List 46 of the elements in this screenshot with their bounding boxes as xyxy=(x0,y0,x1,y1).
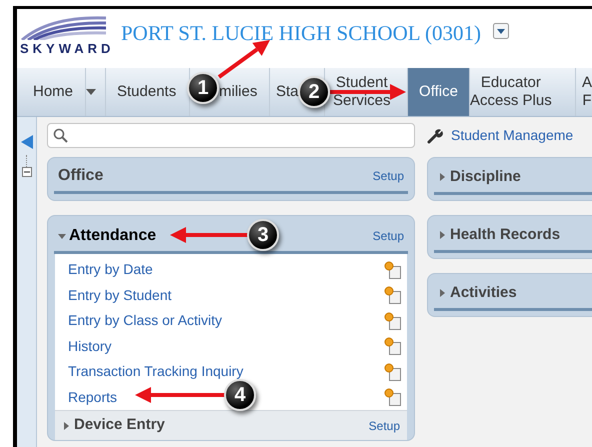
caret-right-icon[interactable] xyxy=(438,173,446,181)
panel-title[interactable]: Attendance xyxy=(69,224,156,248)
minus-box-icon[interactable] xyxy=(22,167,32,177)
document-star-icon[interactable] xyxy=(384,286,402,304)
document-star-icon[interactable] xyxy=(384,362,402,381)
search-icon xyxy=(53,128,68,143)
document-star-icon[interactable] xyxy=(384,388,402,406)
sub-section-bar[interactable]: Device Entry Setup xyxy=(55,410,407,440)
nav-tab[interactable]: Sta xyxy=(276,83,299,101)
nav-tab[interactable]: Students xyxy=(117,83,176,101)
logo-text: SKYWARD xyxy=(20,42,114,55)
caret-right-icon[interactable] xyxy=(438,231,446,239)
menu-link[interactable]: Entry by Student xyxy=(68,284,172,306)
nav-tab[interactable]: A F xyxy=(582,74,592,110)
caret-right-icon[interactable] xyxy=(438,289,446,297)
caret-right-icon[interactable] xyxy=(62,422,70,430)
menu-link[interactable]: Reports xyxy=(68,386,118,408)
caret-down-icon xyxy=(86,89,96,95)
panel-title[interactable]: Activities xyxy=(450,282,517,304)
panel-title: Office xyxy=(58,166,104,186)
swoosh-icon xyxy=(20,14,106,40)
tab-menu-button[interactable] xyxy=(86,68,106,116)
panel-title[interactable]: Discipline xyxy=(450,166,521,188)
school-title: PORT ST. LUCIE HIGH SCHOOL (0301) xyxy=(121,20,482,47)
menu-link[interactable]: Entry by Date xyxy=(68,259,153,280)
student-management-link[interactable]: Student Manageme xyxy=(451,125,574,146)
nav-tab[interactable]: milies xyxy=(219,83,258,101)
dropdown-icon[interactable] xyxy=(493,23,510,39)
nav-tab[interactable]: Office xyxy=(408,68,470,116)
caret-down-icon[interactable] xyxy=(58,232,66,240)
menu-link[interactable]: History xyxy=(68,336,112,357)
panel-title[interactable]: Health Records xyxy=(450,224,560,246)
document-star-icon[interactable] xyxy=(384,312,402,330)
setup-link[interactable]: Setup xyxy=(368,416,400,434)
nav-tab[interactable]: Educator Access Plus xyxy=(470,74,552,110)
setup-link[interactable]: Setup xyxy=(372,227,404,245)
nav-tab[interactable]: Student Services xyxy=(333,74,391,110)
document-star-icon[interactable] xyxy=(384,337,402,356)
collapse-arrow-icon[interactable] xyxy=(20,135,32,149)
search-field[interactable] xyxy=(47,123,415,148)
menu-link[interactable]: Entry by Class or Activity xyxy=(68,310,222,332)
setup-link[interactable]: Setup xyxy=(372,167,404,185)
section-title[interactable]: Device Entry xyxy=(74,414,165,437)
document-star-icon[interactable] xyxy=(384,260,402,279)
wrench-icon xyxy=(427,128,443,144)
nav-tab[interactable]: Home xyxy=(33,83,74,101)
